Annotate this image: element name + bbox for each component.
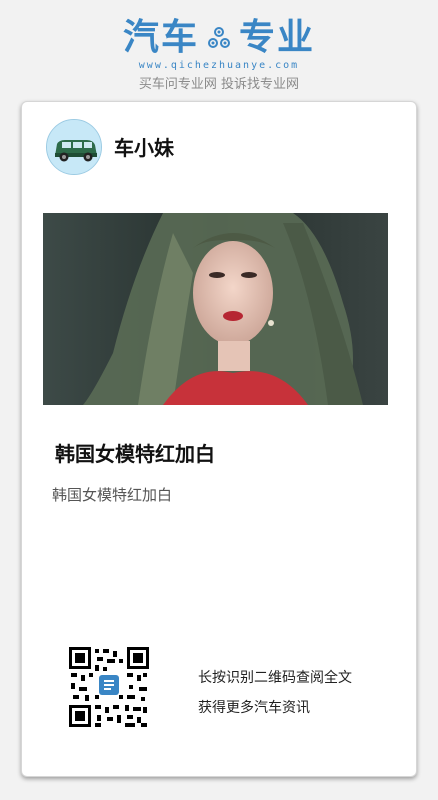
share-card: 车小妹 韩国女模特红加白 韩国女模特红加白 长按识别二维码查阅全文 获得更多汽车… xyxy=(21,101,417,777)
model-photo xyxy=(43,213,388,405)
brand-slogan: 买车问专业网 投诉找专业网 xyxy=(138,77,300,92)
brand-logo[interactable]: 汽车 专业 xyxy=(123,18,315,58)
brand-header: 汽车 专业 www.qichezhuanye.com 买车问专业网 投诉找专业网 xyxy=(0,18,438,93)
article-image[interactable] xyxy=(43,213,388,405)
qr-code[interactable] xyxy=(69,647,149,727)
qr-text-line1: 长按识别二维码查阅全文 xyxy=(198,670,352,686)
qr-text-line2: 获得更多汽车资讯 xyxy=(198,700,310,716)
brand-url: www.qichezhuanye.com xyxy=(138,60,300,71)
car-icon xyxy=(47,120,101,174)
gear-icon xyxy=(208,27,230,48)
brand-title-right: 专业 xyxy=(239,17,316,58)
author-name[interactable]: 车小妹 xyxy=(114,132,174,161)
article-summary: 韩国女模特红加白 xyxy=(52,486,173,504)
qr-code-icon xyxy=(69,647,149,727)
brand-title-left: 汽车 xyxy=(122,17,199,58)
avatar[interactable] xyxy=(46,119,102,175)
qr-instructions: 长按识别二维码查阅全文 获得更多汽车资讯 xyxy=(198,663,352,723)
article-title[interactable]: 韩国女模特红加白 xyxy=(55,438,215,467)
